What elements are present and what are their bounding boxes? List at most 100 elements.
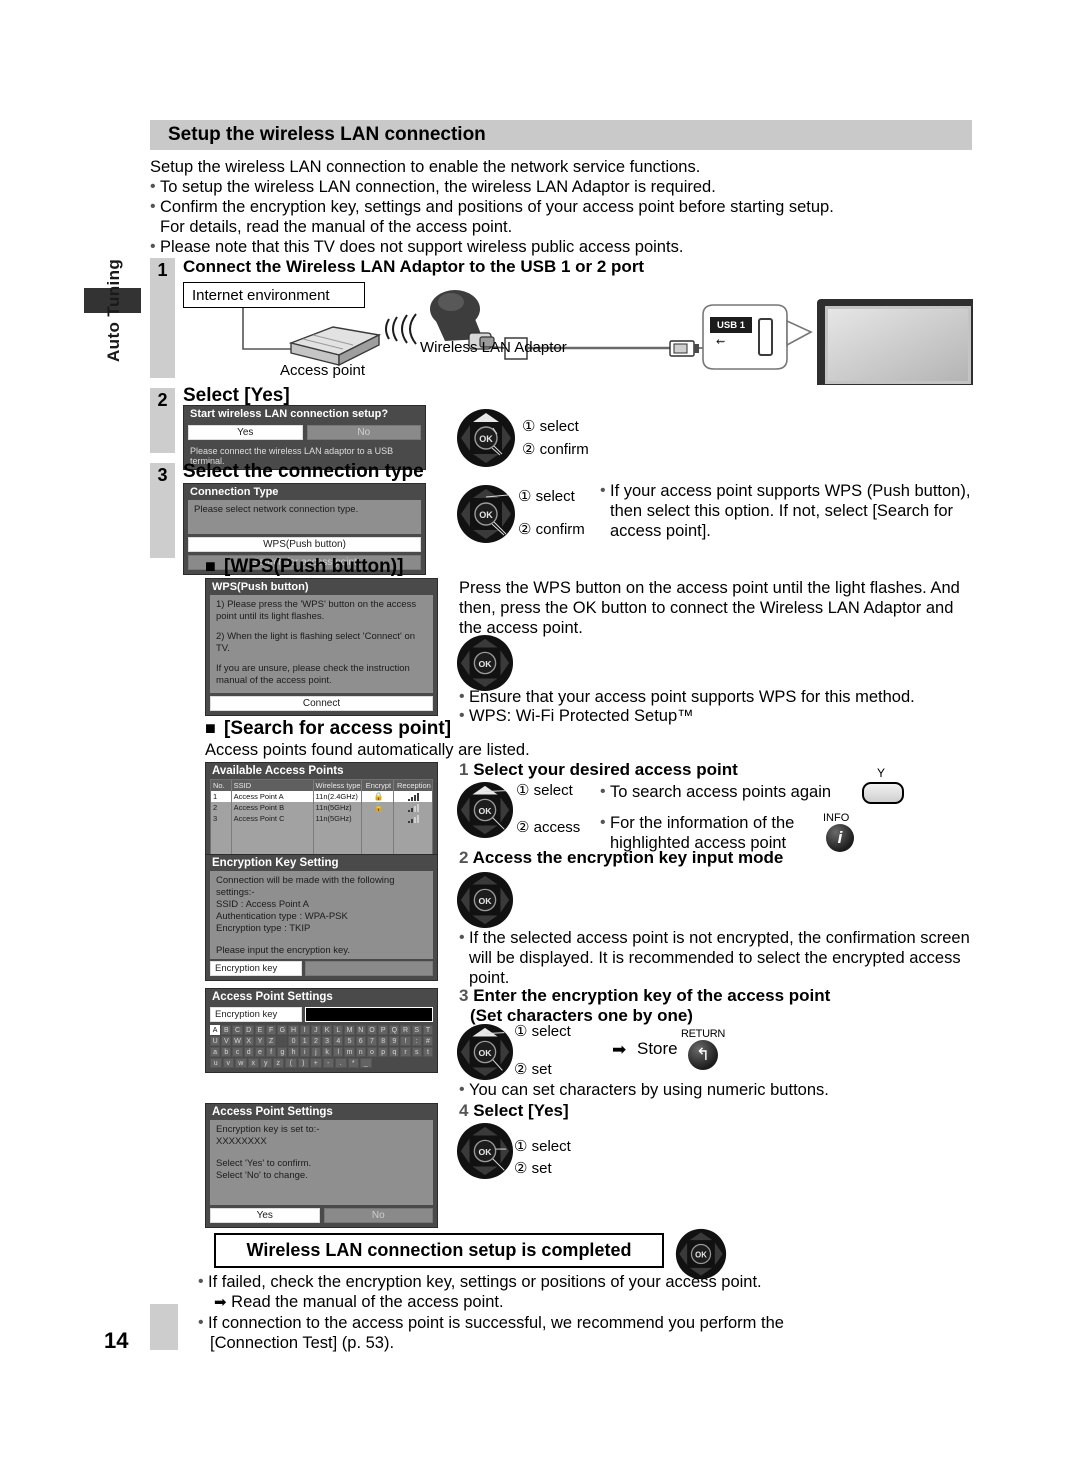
key-r[interactable]: r — [400, 1047, 411, 1057]
key-w[interactable]: w — [235, 1058, 247, 1068]
table-row[interactable]: 2 Access Point B 11n(5GHz) 🔒 — [211, 802, 432, 813]
yes-button[interactable]: Yes — [210, 1208, 320, 1223]
keyboard-row-2[interactable]: UVWXYZ.0123456789!:# — [210, 1036, 434, 1046]
key-x[interactable]: x — [247, 1058, 259, 1068]
key-R[interactable]: R — [400, 1025, 411, 1035]
key-m[interactable]: m — [344, 1047, 355, 1057]
table-row[interactable]: 1 Access Point A 11n(2.4GHz) 🔒 — [211, 791, 432, 802]
key-plus[interactable]: + — [310, 1058, 322, 1068]
key-exclaim[interactable]: ! — [400, 1036, 411, 1046]
cursor-pad-substep4[interactable]: OK — [456, 1122, 514, 1180]
key-minus[interactable]: - — [322, 1058, 334, 1068]
cursor-pad-substep3[interactable]: OK — [456, 1023, 514, 1081]
key-3[interactable]: 3 — [322, 1036, 333, 1046]
key-d[interactable]: d — [243, 1047, 254, 1057]
key-F[interactable]: F — [266, 1025, 277, 1035]
key-h[interactable]: h — [288, 1047, 299, 1057]
info-button[interactable]: i — [826, 824, 854, 852]
cursor-pad-step3[interactable]: OK — [456, 484, 516, 544]
key-M[interactable]: M — [344, 1025, 355, 1035]
key-s[interactable]: s — [411, 1047, 422, 1057]
key-E[interactable]: E — [254, 1025, 266, 1035]
key-Y[interactable]: Y — [254, 1036, 266, 1046]
key-2[interactable]: 2 — [310, 1036, 322, 1046]
key-Q[interactable]: Q — [389, 1025, 400, 1035]
no-button[interactable]: No — [306, 425, 421, 440]
intro-bullet-3: • Please note that this TV does not supp… — [150, 237, 980, 257]
encryption-key-input[interactable] — [305, 1007, 433, 1022]
key-o[interactable]: o — [366, 1047, 378, 1057]
keyboard-row-1[interactable]: ABCDEFGHIJKLMNOPQRST — [210, 1025, 434, 1035]
key-K[interactable]: K — [322, 1025, 333, 1035]
key-paren-open[interactable]: ( — [285, 1058, 297, 1068]
key-y[interactable]: y — [260, 1058, 272, 1068]
y-button[interactable] — [862, 782, 904, 804]
key-N[interactable]: N — [355, 1025, 366, 1035]
key-paren-close[interactable]: ) — [297, 1058, 309, 1068]
cell-no: 1 — [211, 791, 232, 802]
table-row[interactable]: 3 Access Point C 11n(5GHz) — [211, 813, 432, 824]
key-9[interactable]: 9 — [389, 1036, 400, 1046]
key-O[interactable]: O — [366, 1025, 378, 1035]
key-S[interactable]: S — [411, 1025, 422, 1035]
key-q[interactable]: q — [389, 1047, 400, 1057]
key-7[interactable]: 7 — [366, 1036, 378, 1046]
key-P[interactable]: P — [378, 1025, 389, 1035]
keyboard-row-3[interactable]: abcdefghijklmnopqrst — [210, 1047, 434, 1057]
key-4[interactable]: 4 — [333, 1036, 344, 1046]
key-0[interactable]: 0 — [288, 1036, 299, 1046]
key-b[interactable]: b — [221, 1047, 232, 1057]
cursor-pad-substep2[interactable]: OK — [456, 871, 514, 929]
key-u[interactable]: u — [210, 1058, 222, 1068]
encryption-key-input[interactable] — [305, 961, 433, 976]
key-L[interactable]: L — [333, 1025, 344, 1035]
keyboard-row-4[interactable]: u v w x y z() + -. * _ — [210, 1058, 433, 1068]
key-f[interactable]: f — [266, 1047, 277, 1057]
key-i[interactable]: i — [299, 1047, 310, 1057]
key-6[interactable]: 6 — [355, 1036, 366, 1046]
key-z[interactable]: z — [272, 1058, 284, 1068]
key-colon[interactable]: : — [411, 1036, 422, 1046]
cursor-pad-step2[interactable]: OK — [456, 408, 516, 468]
connect-button[interactable]: Connect — [210, 696, 433, 711]
key-asterisk[interactable]: * — [347, 1058, 359, 1068]
key-v[interactable]: v — [222, 1058, 234, 1068]
key-5[interactable]: 5 — [344, 1036, 355, 1046]
key-D[interactable]: D — [243, 1025, 254, 1035]
cursor-pad-wps-ok[interactable]: OK — [456, 634, 514, 692]
key-W[interactable]: W — [232, 1036, 243, 1046]
key-I[interactable]: I — [299, 1025, 310, 1035]
key-t[interactable]: t — [422, 1047, 434, 1057]
key-underscore[interactable]: _ — [360, 1058, 372, 1068]
return-button[interactable]: ↰ — [688, 1040, 718, 1070]
key-e[interactable]: e — [254, 1047, 266, 1057]
cursor-pad-substep1[interactable]: OK — [456, 781, 514, 839]
key-g[interactable]: g — [277, 1047, 288, 1057]
key-B[interactable]: B — [221, 1025, 232, 1035]
yes-button[interactable]: Yes — [188, 425, 303, 440]
key-k[interactable]: k — [322, 1047, 333, 1057]
key-l[interactable]: l — [333, 1047, 344, 1057]
key-n[interactable]: n — [355, 1047, 366, 1057]
key-c[interactable]: c — [232, 1047, 243, 1057]
key-Z[interactable]: Z — [266, 1036, 277, 1046]
key-A[interactable]: A — [210, 1025, 221, 1035]
key-V[interactable]: V — [221, 1036, 232, 1046]
key-1[interactable]: 1 — [299, 1036, 310, 1046]
key-T[interactable]: T — [422, 1025, 434, 1035]
key-period[interactable]: . — [335, 1058, 347, 1068]
key-J[interactable]: J — [310, 1025, 322, 1035]
key-j[interactable]: j — [310, 1047, 322, 1057]
onscreen-keyboard[interactable]: ABCDEFGHIJKLMNOPQRST UVWXYZ.0123456789!:… — [210, 1025, 434, 1068]
key-C[interactable]: C — [232, 1025, 243, 1035]
key-8[interactable]: 8 — [378, 1036, 389, 1046]
key-G[interactable]: G — [277, 1025, 288, 1035]
key-p[interactable]: p — [378, 1047, 389, 1057]
key-U[interactable]: U — [210, 1036, 221, 1046]
key-X[interactable]: X — [243, 1036, 254, 1046]
key-a[interactable]: a — [210, 1047, 221, 1057]
key-hash[interactable]: # — [422, 1036, 434, 1046]
option-wps-push-button[interactable]: WPS(Push button) — [188, 537, 421, 552]
no-button[interactable]: No — [323, 1208, 433, 1223]
key-H[interactable]: H — [288, 1025, 299, 1035]
